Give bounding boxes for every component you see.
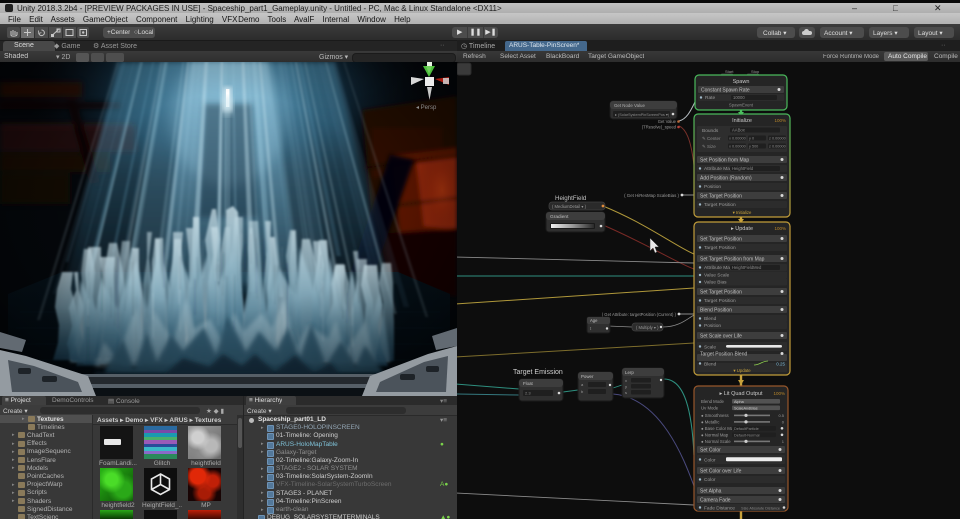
svg-text:✎ Size: ✎ Size [702,144,716,149]
svg-text:Position: Position [704,184,721,190]
svg-text:Target Position: Target Position [704,298,736,304]
svg-text:● Metallic: ● Metallic [701,420,720,425]
svg-text:Attribute Map: Attribute Map [704,265,733,271]
svg-text:▾ Update: ▾ Update [733,368,751,373]
svg-text:(TResolve)_speed: (TResolve)_speed [642,125,677,130]
svg-text:Set Color: Set Color [700,447,721,453]
svg-text:Stop: Stop [751,69,760,74]
svg-text:y 500: y 500 [749,145,758,149]
svg-text:( Get Attribute: targetPositio: ( Get Attribute: targetPosition (Current… [602,312,677,317]
svg-text:● Normal Scale: ● Normal Scale [701,439,731,444]
svg-text:Set Target Position: Set Target Position [700,236,742,242]
svg-text:0.5: 0.5 [778,413,784,418]
svg-text:▸ (SolarSystemPinScreenPos ▾): ▸ (SolarSystemPinScreenPos ▾) [615,113,670,117]
svg-text:Set Target Position from Map: Set Target Position from Map [700,256,765,262]
svg-text:SpawnEvent: SpawnEvent [729,103,754,108]
svg-text:Blend: Blend [704,362,717,368]
svg-text:● Base Color Map: ● Base Color Map [701,426,736,431]
svg-text:Set Target Position: Set Target Position [700,289,742,295]
svg-text:Blend Mode: Blend Mode [701,399,725,404]
svg-text:Lerp: Lerp [625,370,634,375]
svg-text:y 0: y 0 [749,137,754,141]
svg-text:● Normal Map: ● Normal Map [701,433,729,438]
svg-text:Position: Position [704,323,721,329]
svg-text:z 0.00000: z 0.00000 [769,137,786,141]
svg-text:Scale: Scale [704,345,716,351]
svg-text:Set Color over Life: Set Color over Life [700,468,742,474]
svg-text:( Get HiResMap ScaleBias ): ( Get HiResMap ScaleBias ) [624,193,679,198]
svg-text:HeightFieldMed: HeightFieldMed [732,265,762,270]
svg-text:Set Target Position: Set Target Position [700,193,742,199]
svg-text:y: y [625,384,627,389]
svg-text:Fade Distance: Fade Distance [704,506,735,512]
svg-text:2.3: 2.3 [525,391,531,396]
svg-text:◂ Persp: ◂ Persp [416,105,437,111]
svg-text:Initialize: Initialize [732,118,752,124]
svg-text:● Smoothness: ● Smoothness [701,413,729,418]
svg-text:HeightField: HeightField [555,195,587,202]
svg-text:10000: 10000 [733,95,745,100]
svg-text:Set Alpha: Set Alpha [700,488,722,494]
svg-text:Bounds: Bounds [702,128,719,134]
svg-text:x 0.00000: x 0.00000 [729,145,746,149]
svg-text:Color: Color [704,458,716,464]
svg-text:z 0.00000: z 0.00000 [769,145,786,149]
svg-text:( Multiply ▾ ): ( Multiply ▾ ) [636,325,659,330]
svg-text:Power: Power [581,374,594,379]
svg-text:Color: Color [704,477,716,483]
svg-text:Alpha: Alpha [734,400,745,404]
svg-text:100%: 100% [773,391,785,396]
svg-text:DefaultParticle: DefaultParticle [734,427,759,431]
svg-text:Target Emission: Target Emission [513,369,563,376]
svg-text:0.25: 0.25 [776,362,785,367]
svg-text:✎ Center: ✎ Center [702,136,721,141]
svg-text:Gradient: Gradient [550,214,569,220]
svg-text:▸ Lit Quad Output: ▸ Lit Quad Output [719,391,763,397]
svg-text:s: s [625,390,627,395]
svg-text:Target Position: Target Position [704,245,736,251]
svg-text:Blend Position: Blend Position [700,307,732,313]
svg-text:Rate: Rate [705,95,715,101]
svg-text:Value Scale: Value Scale [704,273,730,279]
svg-text:x: x [625,378,627,383]
svg-text:▾ Initialize: ▾ Initialize [733,210,752,215]
svg-text:AABox: AABox [732,128,746,133]
svg-text:Camera Fade: Camera Fade [700,497,731,503]
svg-text:▸ Update: ▸ Update [731,226,753,232]
svg-text:ScaleAndBias: ScaleAndBias [734,406,758,410]
svg-text:HeightField: HeightField [732,166,754,171]
svg-text:Default-Normal: Default-Normal [734,433,760,437]
svg-text:Uv Mode: Uv Mode [701,406,719,411]
svg-text:Age: Age [590,318,598,323]
svg-text:Constant Spawn Rate: Constant Spawn Rate [701,87,750,93]
svg-text:Value Bias: Value Bias [704,280,727,286]
svg-text:Get Node Value: Get Node Value [614,103,645,108]
svg-text:Get Value: Get Value [658,119,677,124]
svg-text:( MediumDetail ▾ ): ( MediumDetail ▾ ) [552,204,587,209]
svg-text:Spawn: Spawn [733,79,750,85]
svg-text:Float: Float [523,381,534,386]
svg-text:Add Position (Random): Add Position (Random) [700,175,752,181]
svg-text:Blend: Blend [704,316,717,322]
svg-text:100%: 100% [774,118,786,123]
svg-text:Size Absolute Distance: Size Absolute Distance [741,507,780,511]
svg-text:Start: Start [725,69,734,74]
svg-text:Target Position: Target Position [704,202,736,208]
svg-text:x 0.00000: x 0.00000 [729,137,746,141]
svg-text:Target Position Blend: Target Position Blend [700,351,747,357]
svg-text:Set Position from Map: Set Position from Map [700,157,749,163]
svg-text:100%: 100% [774,226,786,231]
svg-text:Attribute Map: Attribute Map [704,166,733,172]
svg-text:Set Scale over Life: Set Scale over Life [700,333,742,339]
